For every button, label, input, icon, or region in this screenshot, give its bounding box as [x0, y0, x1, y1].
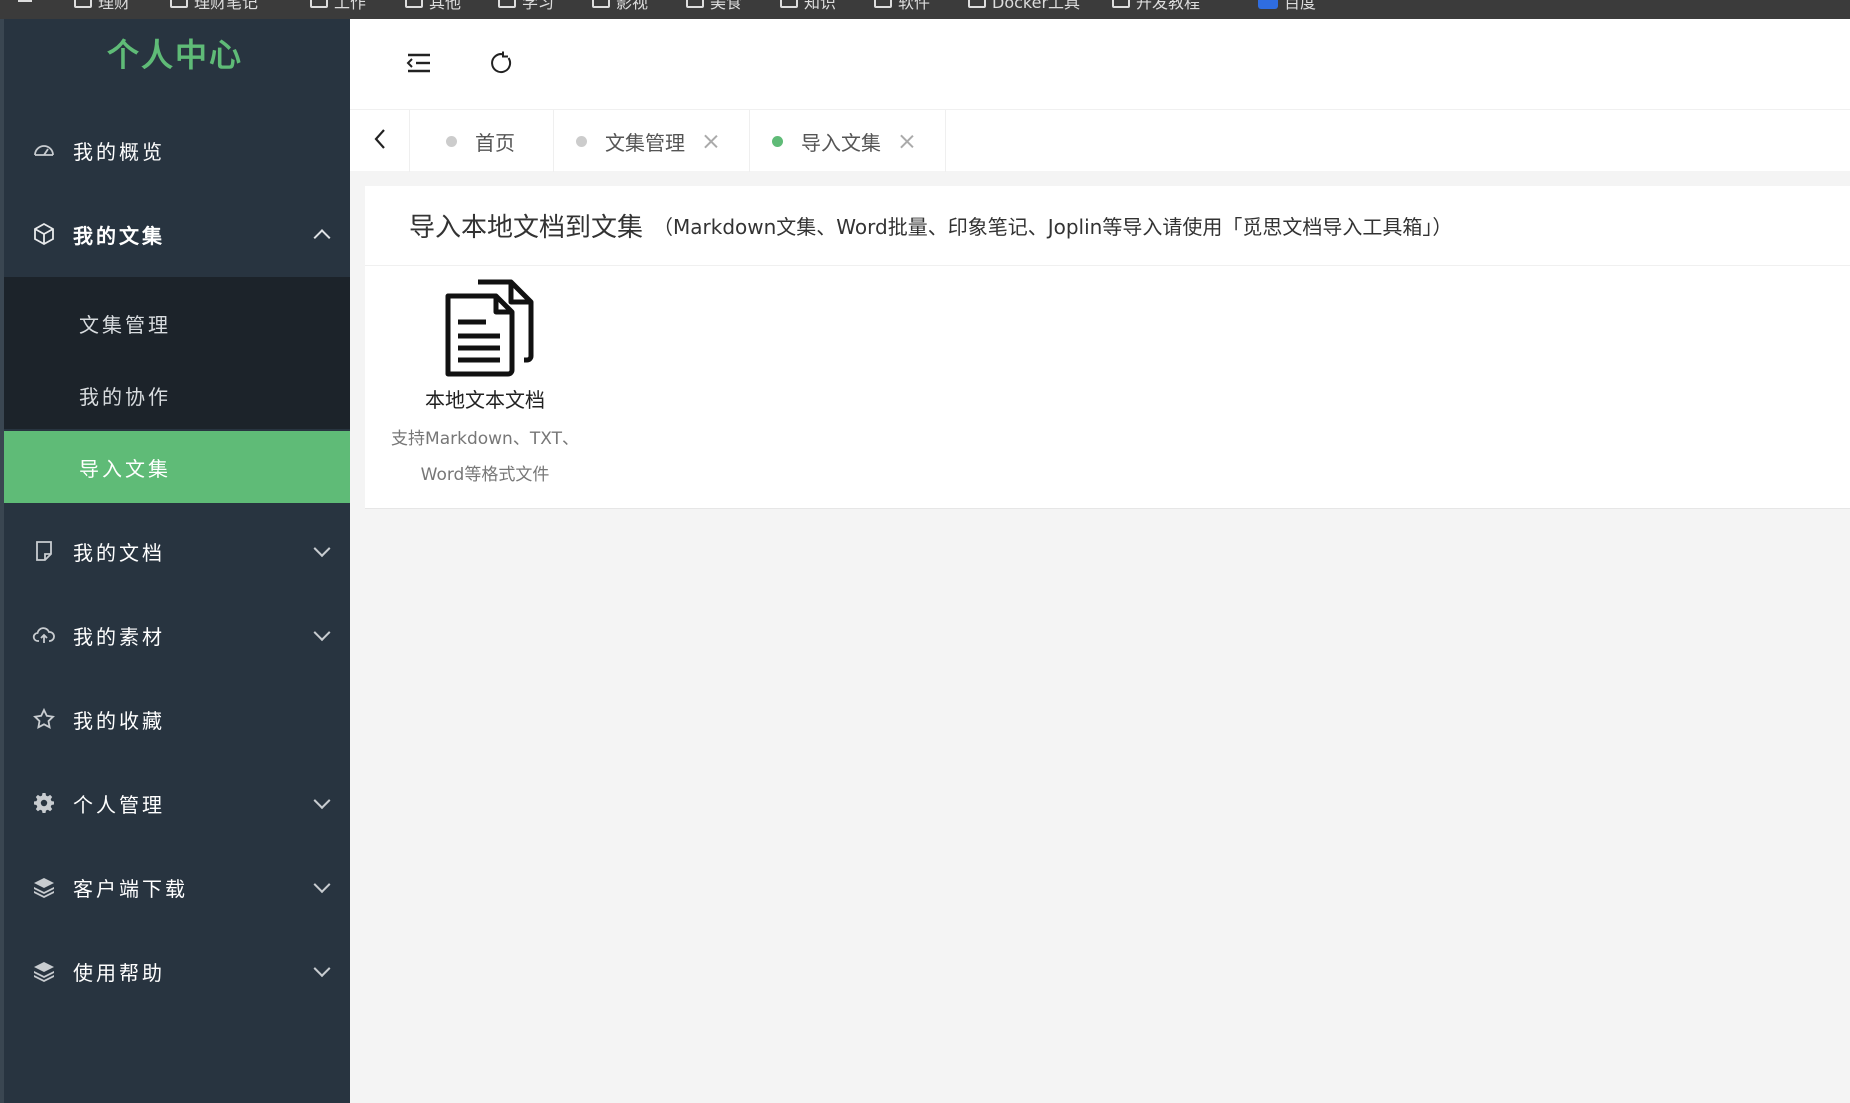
cloud-upload-icon [32, 623, 56, 647]
tab-import-collection[interactable]: 导入文集 [750, 110, 946, 172]
chevron-down-icon [313, 624, 331, 642]
chevron-down-icon [313, 876, 331, 894]
option-description: 支持Markdown、TXT、 Word等格式文件 [391, 429, 579, 485]
close-icon[interactable] [899, 133, 915, 149]
folder-icon [310, 0, 328, 8]
option-title: 本地文本文档 [425, 388, 545, 412]
bookmark-item[interactable]: 知识 [780, 0, 836, 12]
sidebar-item-collections[interactable]: 我的文集 [4, 192, 350, 276]
bookmark-menu[interactable] [18, 0, 32, 11]
folder-icon [74, 0, 92, 8]
card-note: （Markdown文集、Word批量、印象笔记、Joplin等导入请使用「觅思文… [653, 215, 1453, 239]
import-card: 导入本地文档到文集 （Markdown文集、Word批量、印象笔记、Joplin… [365, 186, 1850, 509]
tab-scroll-left-button[interactable] [350, 110, 410, 172]
folder-icon [1112, 0, 1130, 8]
sidebar-item-client-download[interactable]: 客户端下载 [4, 845, 350, 929]
cube-icon [32, 222, 56, 246]
card-header: 导入本地文档到文集 （Markdown文集、Word批量、印象笔记、Joplin… [365, 186, 1850, 266]
submenu-item-my-collaboration[interactable]: 我的协作 [4, 359, 350, 431]
bookmark-item[interactable]: 工作 [310, 0, 366, 12]
folder-icon [874, 0, 892, 8]
menu-toggle-button[interactable] [404, 50, 434, 80]
bookmark-item[interactable]: 理财 [74, 0, 130, 12]
baidu-icon [1258, 0, 1278, 9]
tab-bar: 首页 文集管理 导入文集 [350, 109, 1850, 172]
tab-status-dot [576, 135, 587, 147]
tab-status-dot [772, 135, 783, 147]
menu-fold-icon [406, 52, 432, 78]
bookmark-item[interactable]: 开发教程 [1112, 0, 1200, 12]
sidebar-item-help[interactable]: 使用帮助 [4, 929, 350, 1013]
documents-icon [440, 278, 536, 378]
sidebar-item-overview[interactable]: 我的概览 [4, 108, 350, 192]
note-icon [32, 539, 56, 563]
refresh-icon [488, 50, 514, 80]
folder-icon [405, 0, 423, 8]
sidebar-logo: 个人中心 [106, 36, 243, 74]
tab-collection-manage[interactable]: 文集管理 [554, 110, 750, 172]
bookmark-item[interactable]: 其他 [405, 0, 461, 12]
folder-icon [780, 0, 798, 8]
gear-icon [32, 791, 56, 815]
close-icon[interactable] [703, 133, 719, 149]
chevron-down-icon [313, 540, 331, 558]
chevron-down-icon [313, 792, 331, 810]
top-header [350, 19, 1850, 109]
bookmark-item[interactable]: Docker工具 [968, 0, 1080, 12]
import-local-text-doc-option[interactable]: 本地文本文档 支持Markdown、TXT、 Word等格式文件 [385, 278, 585, 498]
layers-icon [32, 959, 56, 983]
folder-icon [686, 0, 704, 8]
folder-icon [170, 0, 188, 8]
layers-icon [32, 875, 56, 899]
chevron-down-icon [313, 960, 331, 978]
bookmark-item[interactable]: 影视 [592, 0, 648, 12]
browser-bookmark-bar: 理财 理财笔记 工作 其他 学习 影视 美食 知识 软件 Docker工具 开发… [0, 0, 1850, 19]
folder-icon [968, 0, 986, 8]
bookmark-item[interactable]: 百度 [1258, 0, 1316, 12]
sidebar-item-materials[interactable]: 我的素材 [4, 593, 350, 677]
submenu-item-collection-manage[interactable]: 文集管理 [4, 287, 350, 359]
bookmark-item[interactable]: 学习 [498, 0, 554, 12]
chevron-left-icon [373, 128, 387, 154]
tab-home[interactable]: 首页 [410, 110, 554, 172]
bookmark-item[interactable]: 软件 [874, 0, 930, 12]
star-icon [32, 707, 56, 731]
folder-icon [498, 0, 516, 8]
bookmark-item[interactable]: 美食 [686, 0, 742, 12]
folder-icon [592, 0, 610, 8]
sidebar-item-personal-manage[interactable]: 个人管理 [4, 761, 350, 845]
chevron-up-icon [313, 229, 331, 247]
submenu-item-import-collection[interactable]: 导入文集 [4, 431, 350, 503]
card-title: 导入本地文档到文集 [409, 213, 644, 243]
sidebar-item-documents[interactable]: 我的文档 [4, 509, 350, 593]
bookmark-item[interactable]: 理财笔记 [170, 0, 258, 12]
refresh-button[interactable] [486, 50, 516, 80]
tab-status-dot [446, 135, 457, 147]
dashboard-icon [32, 138, 56, 162]
sidebar-item-favorites[interactable]: 我的收藏 [4, 677, 350, 761]
